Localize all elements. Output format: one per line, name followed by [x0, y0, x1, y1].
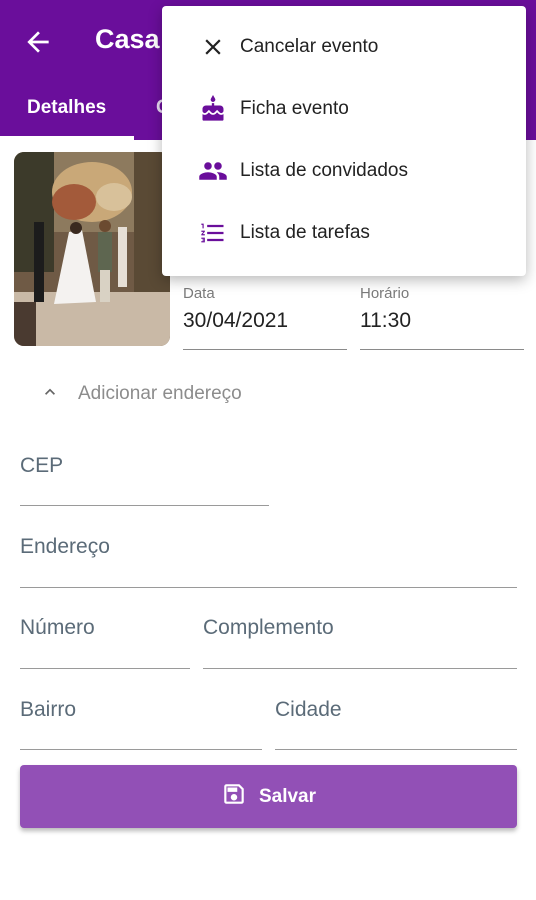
time-label: Horário	[360, 285, 410, 302]
complemento-field-label: Complemento	[203, 616, 334, 639]
time-value[interactable]: 11:30	[360, 309, 411, 333]
bairro-field[interactable]	[20, 749, 262, 750]
menu-item-ficha-evento[interactable]: Ficha evento	[162, 78, 526, 140]
people-icon	[198, 156, 228, 186]
cidade-field[interactable]	[275, 749, 517, 750]
numero-field-label: Número	[20, 616, 95, 639]
date-value[interactable]: 30/04/2021	[183, 309, 288, 333]
endereco-field-label: Endereço	[20, 535, 110, 558]
menu-item-lista-tarefas[interactable]: Lista de tarefas	[162, 202, 526, 264]
close-icon	[198, 32, 228, 62]
cake-icon	[198, 94, 228, 124]
checklist-icon	[198, 218, 228, 248]
menu-item-label: Ficha evento	[240, 98, 349, 119]
chevron-up-icon	[40, 382, 60, 407]
save-button[interactable]: Salvar	[20, 765, 517, 828]
date-label: Data	[183, 285, 215, 302]
menu-item-label: Lista de convidados	[240, 160, 408, 181]
add-address-label: Adicionar endereço	[78, 383, 242, 404]
menu-item-lista-convidados[interactable]: Lista de convidados	[162, 140, 526, 202]
menu-item-label: Cancelar evento	[240, 36, 379, 57]
page-title: Casa	[95, 24, 160, 54]
numero-field[interactable]	[20, 668, 190, 669]
menu-item-cancelar-evento[interactable]: Cancelar evento	[162, 16, 526, 78]
cidade-field-label: Cidade	[275, 698, 342, 721]
menu-item-label: Lista de tarefas	[240, 222, 370, 243]
date-underline	[183, 349, 347, 350]
add-address-toggle[interactable]: Adicionar endereço	[40, 380, 242, 408]
cep-field-label: CEP	[20, 454, 64, 477]
back-arrow-icon[interactable]	[22, 26, 54, 58]
event-photo[interactable]	[14, 152, 170, 346]
time-underline	[360, 349, 524, 350]
tab-detalhes[interactable]: Detalhes	[27, 97, 106, 119]
save-button-label: Salvar	[258, 785, 317, 807]
save-icon	[221, 781, 247, 812]
endereco-field[interactable]	[20, 587, 517, 588]
overflow-menu: Cancelar evento Ficha evento Lista de co…	[162, 6, 526, 276]
tab-indicator	[0, 136, 134, 140]
cep-field[interactable]	[20, 505, 269, 506]
bairro-field-label: Bairro	[20, 698, 77, 721]
complemento-field[interactable]	[203, 668, 517, 669]
